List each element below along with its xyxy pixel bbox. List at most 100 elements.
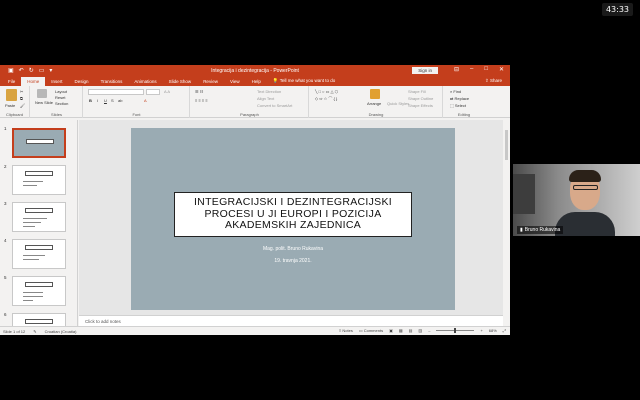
font-name-select[interactable] bbox=[88, 89, 144, 95]
tab-home[interactable]: Home bbox=[21, 77, 46, 86]
cut-icon[interactable]: ✂ bbox=[20, 89, 23, 94]
format-painter-icon[interactable]: 🖌 bbox=[20, 103, 25, 108]
tab-insert[interactable]: Insert bbox=[45, 79, 68, 86]
section-button[interactable]: Section bbox=[55, 101, 68, 106]
font-color-icon[interactable]: A bbox=[144, 98, 147, 103]
slides-group: New Slide Layout Reset Section Slides bbox=[31, 86, 83, 118]
arrange-icon[interactable] bbox=[370, 89, 380, 99]
tab-design[interactable]: Design bbox=[69, 79, 95, 86]
thumbnail-title-box bbox=[25, 245, 53, 250]
paste-icon[interactable] bbox=[6, 89, 17, 101]
shapes-row-2-icon[interactable]: ◇ ⇨ ☆ ⌒ { } bbox=[315, 96, 337, 102]
tab-help[interactable]: Help bbox=[246, 79, 267, 86]
select-button[interactable]: ⬚ Select bbox=[450, 103, 466, 108]
screen: 43:33 ▣ ↶ ↻ ▭ ▾ Integracija i dezintegra… bbox=[0, 0, 640, 400]
scrollbar-thumb[interactable] bbox=[505, 130, 508, 160]
thumbnail-number: 5 bbox=[4, 275, 7, 280]
share-button[interactable]: ⇪ Share bbox=[485, 78, 502, 84]
shape-fill-button[interactable]: Shape Fill bbox=[408, 89, 426, 94]
zoom-slider[interactable] bbox=[436, 328, 475, 333]
slide-thumbnail-4[interactable] bbox=[12, 239, 66, 269]
paste-button[interactable]: Paste bbox=[5, 103, 15, 108]
shadow-icon[interactable]: S bbox=[111, 98, 114, 103]
participant-name-tag: ▮ Bruno Rukavina bbox=[517, 226, 564, 234]
tab-slide-show[interactable]: Slide Show bbox=[163, 79, 198, 86]
align-icon[interactable]: ≡ ≡ ≡ ≡ bbox=[195, 98, 208, 103]
slide-title-box[interactable]: INTEGRACIJSKI I DEZINTEGRACIJSKI PROCESI… bbox=[174, 192, 412, 237]
vertical-scrollbar[interactable] bbox=[503, 120, 510, 326]
replace-button[interactable]: ⇄ Replace bbox=[450, 96, 469, 101]
notes-label: Notes bbox=[342, 328, 353, 333]
text-direction-button[interactable]: Text Direction bbox=[257, 89, 281, 94]
paragraph-group: ☰ ☷ ≡ ≡ ≡ ≡ Text Direction Align Text Co… bbox=[191, 86, 309, 118]
tab-animations[interactable]: Animations bbox=[128, 79, 162, 86]
thumbnail-text-line bbox=[23, 181, 43, 182]
layout-button[interactable]: Layout bbox=[55, 89, 67, 94]
share-label: Share bbox=[489, 78, 502, 83]
convert-smartart-button[interactable]: Convert to SmartArt bbox=[257, 103, 292, 108]
strikethrough-icon[interactable]: ab bbox=[118, 98, 122, 103]
tell-me-search[interactable]: 💡 Tell me what you want to do bbox=[273, 78, 335, 86]
reset-button[interactable]: Reset bbox=[55, 95, 65, 100]
save-icon[interactable]: ▣ bbox=[8, 67, 14, 74]
slide-date[interactable]: 19. travnja 2021. bbox=[131, 258, 455, 264]
editing-group: ⌕ Find ⇄ Replace ⬚ Select Editing bbox=[444, 86, 484, 118]
participant-video-tile[interactable]: ▮ Bruno Rukavina bbox=[513, 164, 640, 236]
reading-view-icon[interactable]: ▤ bbox=[409, 328, 413, 333]
shapes-gallery-icon[interactable]: ╲ □ ○ ▭ △ ⬡ bbox=[315, 89, 338, 94]
shape-outline-button[interactable]: Shape Outline bbox=[408, 96, 433, 101]
notes-button[interactable]: ≡ Notes bbox=[339, 328, 353, 333]
current-slide[interactable]: INTEGRACIJSKI I DEZINTEGRACIJSKI PROCESI… bbox=[131, 128, 455, 310]
ribbon-display-icon[interactable]: ⊟ bbox=[454, 66, 459, 73]
tab-review[interactable]: Review bbox=[197, 79, 224, 86]
slide-show-icon[interactable]: ▥ bbox=[418, 328, 422, 333]
customize-qat-icon[interactable]: ▾ bbox=[49, 67, 52, 74]
slide-thumbnail-5[interactable] bbox=[12, 276, 66, 306]
shape-effects-button[interactable]: Shape Effects bbox=[408, 103, 433, 108]
redo-icon[interactable]: ↻ bbox=[29, 67, 34, 74]
comments-button[interactable]: ▭ Comments bbox=[359, 328, 383, 333]
slide-editing-area: INTEGRACIJSKI I DEZINTEGRACIJSKI PROCESI… bbox=[79, 120, 503, 326]
grow-font-icon[interactable]: A A bbox=[164, 89, 170, 94]
tab-file[interactable]: File bbox=[2, 79, 21, 86]
italic-icon[interactable]: I bbox=[97, 98, 98, 103]
present-icon[interactable]: ▭ bbox=[39, 67, 45, 74]
zoom-level[interactable]: 68% bbox=[489, 328, 497, 333]
close-icon[interactable]: ✕ bbox=[499, 66, 504, 73]
new-slide-icon[interactable] bbox=[37, 89, 47, 98]
copy-icon[interactable]: ⧉ bbox=[20, 96, 23, 101]
sign-in-button[interactable]: Sign in bbox=[412, 67, 438, 74]
normal-view-icon[interactable]: ▣ bbox=[389, 328, 393, 333]
slide-thumbnail-2[interactable] bbox=[12, 165, 66, 195]
arrange-button[interactable]: Arrange bbox=[367, 101, 381, 106]
bullets-icon[interactable]: ☰ ☷ bbox=[195, 89, 203, 94]
slide-thumbnail-1[interactable] bbox=[12, 128, 66, 158]
bold-icon[interactable]: B bbox=[89, 98, 92, 103]
restore-icon[interactable]: □ bbox=[484, 66, 488, 73]
zoom-in-icon[interactable]: + bbox=[480, 328, 482, 333]
ribbon-tabs: File Home Insert Design Transitions Anim… bbox=[0, 76, 510, 86]
thumbnail-title-box bbox=[25, 208, 53, 213]
quick-styles-button[interactable]: Quick Styles bbox=[387, 101, 409, 106]
lightbulb-icon: 💡 bbox=[272, 78, 280, 83]
tab-transitions[interactable]: Transitions bbox=[95, 79, 129, 86]
tell-me-label: Tell me what you want to do bbox=[279, 78, 336, 83]
minimize-icon[interactable]: – bbox=[470, 66, 473, 73]
new-slide-button[interactable]: New Slide bbox=[35, 100, 53, 105]
underline-icon[interactable]: U bbox=[104, 98, 107, 103]
zoom-out-icon[interactable]: – bbox=[428, 328, 430, 333]
notes-pane[interactable]: Click to add notes bbox=[79, 315, 503, 326]
font-size-select[interactable] bbox=[146, 89, 160, 95]
clipboard-group: Paste ✂ ⧉ 🖌 Clipboard bbox=[0, 86, 30, 118]
slide-thumbnail-6[interactable] bbox=[12, 313, 66, 326]
language-indicator[interactable]: Croatian (Croatia) bbox=[45, 329, 77, 334]
slide-sorter-icon[interactable]: ▦ bbox=[399, 328, 403, 333]
slide-thumbnail-3[interactable] bbox=[12, 202, 66, 232]
slide-author[interactable]: Mag. polit. Bruno Rukavina bbox=[131, 246, 455, 252]
align-text-button[interactable]: Align Text bbox=[257, 96, 274, 101]
tab-view[interactable]: View bbox=[224, 79, 246, 86]
undo-icon[interactable]: ↶ bbox=[19, 67, 24, 74]
spelling-icon[interactable]: ✎ bbox=[33, 329, 36, 334]
fit-slide-icon[interactable]: ⤢ bbox=[503, 328, 506, 333]
find-button[interactable]: ⌕ Find bbox=[450, 89, 461, 94]
